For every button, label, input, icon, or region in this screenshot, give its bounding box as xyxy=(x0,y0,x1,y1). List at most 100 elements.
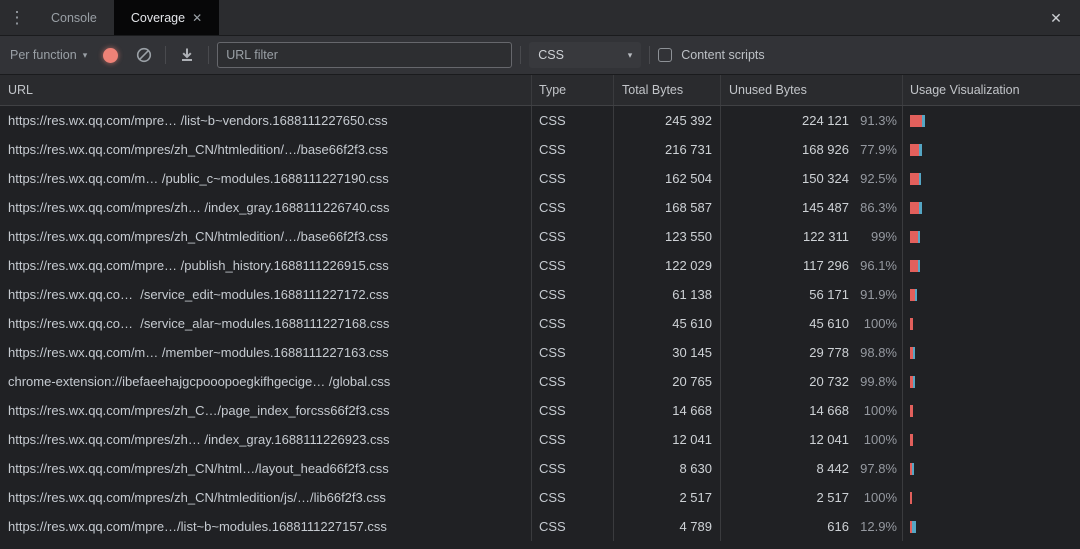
usage-visualization-cell xyxy=(903,135,1080,164)
type-filter-value: CSS xyxy=(538,48,564,62)
table-row[interactable]: https://res.wx.qq.com/mpres/zh… /index_g… xyxy=(0,193,1080,222)
unused-bar xyxy=(910,434,913,446)
url-text: https://res.wx.qq.co… /service_alar~modu… xyxy=(8,316,389,331)
unused-bytes-value: 2 517 xyxy=(729,490,849,505)
content-scripts-toggle[interactable]: Content scripts xyxy=(658,48,764,62)
url-cell: https://res.wx.qq.com/m… /member~modules… xyxy=(0,338,532,367)
unused-bytes-cell: 8 442 97.8% xyxy=(721,454,903,483)
unused-bar xyxy=(910,260,918,272)
usage-bar xyxy=(910,492,912,504)
checkbox-icon[interactable] xyxy=(658,48,672,62)
unused-percent-value: 96.1% xyxy=(849,258,897,273)
table-row[interactable]: https://res.wx.qq.com/m… /member~modules… xyxy=(0,338,1080,367)
column-header-url[interactable]: URL xyxy=(0,75,532,105)
unused-bytes-cell: 56 171 91.9% xyxy=(721,280,903,309)
total-bytes-cell: 168 587 xyxy=(614,193,721,222)
unused-bytes-value: 14 668 xyxy=(729,403,849,418)
type-cell: CSS xyxy=(532,425,614,454)
drawer-close-button[interactable]: ✕ xyxy=(1044,0,1068,36)
tab-coverage-label: Coverage xyxy=(131,11,185,25)
usage-visualization-cell xyxy=(903,512,1080,541)
url-cell: https://res.wx.qq.com/mpres/zh_CN/htmled… xyxy=(0,135,532,164)
unused-bytes-value: 168 926 xyxy=(729,142,849,157)
tab-close-icon[interactable]: ✕ xyxy=(192,12,202,24)
unused-bytes-cell: 145 487 86.3% xyxy=(721,193,903,222)
table-row[interactable]: https://res.wx.qq.com/mpres/zh_C…/page_i… xyxy=(0,396,1080,425)
tab-coverage[interactable]: Coverage ✕ xyxy=(114,0,219,35)
table-row[interactable]: https://res.wx.qq.com/m… /public_c~modul… xyxy=(0,164,1080,193)
url-cell: https://res.wx.qq.com/mpres/zh_CN/htmled… xyxy=(0,483,532,512)
type-cell: CSS xyxy=(532,454,614,483)
table-row[interactable]: chrome-extension://ibefaeehajgcpooopoegk… xyxy=(0,367,1080,396)
unused-bytes-value: 20 732 xyxy=(729,374,849,389)
usage-visualization-cell xyxy=(903,454,1080,483)
usage-bar xyxy=(910,434,913,446)
unused-bytes-cell: 168 926 77.9% xyxy=(721,135,903,164)
usage-visualization-cell xyxy=(903,367,1080,396)
table-row[interactable]: https://res.wx.qq.com/mpre… /publish_his… xyxy=(0,251,1080,280)
tab-console[interactable]: Console xyxy=(34,0,114,35)
per-function-label: Per function xyxy=(10,48,77,62)
table-row[interactable]: https://res.wx.qq.com/mpres/zh_CN/htmled… xyxy=(0,483,1080,512)
unused-bar xyxy=(910,492,912,504)
coverage-toolbar: Per function ▾ CSS ▾ Content scripts xyxy=(0,36,1080,75)
usage-bar xyxy=(910,260,920,272)
type-cell: CSS xyxy=(532,135,614,164)
url-cell: https://res.wx.qq.com/mpres/zh… /index_g… xyxy=(0,425,532,454)
table-row[interactable]: https://res.wx.qq.com/mpre… /list~b~vend… xyxy=(0,106,1080,135)
total-bytes-cell: 162 504 xyxy=(614,164,721,193)
table-row[interactable]: https://res.wx.qq.com/mpres/zh… /index_g… xyxy=(0,425,1080,454)
table-row[interactable]: https://res.wx.qq.com/mpres/zh_CN/htmled… xyxy=(0,135,1080,164)
total-bytes-cell: 8 630 xyxy=(614,454,721,483)
usage-bar xyxy=(910,318,913,330)
url-cell: https://res.wx.qq.com/m… /public_c~modul… xyxy=(0,164,532,193)
url-text: https://res.wx.qq.com/mpres/zh_C…/page_i… xyxy=(8,403,390,418)
url-text: https://res.wx.qq.com/m… /public_c~modul… xyxy=(8,171,389,186)
column-header-total-bytes[interactable]: Total Bytes xyxy=(614,75,721,105)
download-icon xyxy=(179,47,195,63)
tab-console-label: Console xyxy=(51,11,97,25)
per-function-select[interactable]: Per function ▾ xyxy=(8,48,89,62)
url-cell: chrome-extension://ibefaeehajgcpooopoegk… xyxy=(0,367,532,396)
unused-percent-value: 100% xyxy=(849,490,897,505)
unused-bytes-cell: 616 12.9% xyxy=(721,512,903,541)
table-row[interactable]: https://res.wx.qq.co… /service_alar~modu… xyxy=(0,309,1080,338)
usage-bar xyxy=(910,347,915,359)
column-header-unused-bytes[interactable]: Unused Bytes xyxy=(721,75,903,105)
more-tools-menu-button[interactable]: ⋮ xyxy=(0,0,34,35)
unused-bytes-cell: 2 517 100% xyxy=(721,483,903,512)
type-cell: CSS xyxy=(532,193,614,222)
toolbar-separator xyxy=(165,46,166,64)
total-bytes-cell: 30 145 xyxy=(614,338,721,367)
unused-percent-value: 99.8% xyxy=(849,374,897,389)
type-filter-select[interactable]: CSS ▾ xyxy=(529,42,641,68)
usage-visualization-cell xyxy=(903,106,1080,135)
used-bar xyxy=(918,260,920,272)
unused-bytes-cell: 12 041 100% xyxy=(721,425,903,454)
chevron-down-icon: ▾ xyxy=(628,50,633,61)
table-row[interactable]: https://res.wx.qq.com/mpres/zh_CN/html…/… xyxy=(0,454,1080,483)
unused-percent-value: 12.9% xyxy=(849,519,897,534)
column-header-type[interactable]: Type xyxy=(532,75,614,105)
table-row[interactable]: https://res.wx.qq.com/mpres/zh_CN/htmled… xyxy=(0,222,1080,251)
url-text: chrome-extension://ibefaeehajgcpooopoegk… xyxy=(8,374,390,389)
url-filter-input[interactable] xyxy=(217,42,512,68)
table-row[interactable]: https://res.wx.qq.co… /service_edit~modu… xyxy=(0,280,1080,309)
column-header-usage-visualization[interactable]: Usage Visualization xyxy=(903,75,1080,105)
unused-bytes-value: 29 778 xyxy=(729,345,849,360)
url-cell: https://res.wx.qq.co… /service_alar~modu… xyxy=(0,309,532,338)
record-button[interactable] xyxy=(97,42,123,68)
unused-percent-value: 100% xyxy=(849,432,897,447)
type-cell: CSS xyxy=(532,222,614,251)
type-cell: CSS xyxy=(532,164,614,193)
clear-button[interactable] xyxy=(131,42,157,68)
toolbar-separator xyxy=(649,46,650,64)
url-text: https://res.wx.qq.com/mpre…/list~b~modul… xyxy=(8,519,387,534)
url-cell: https://res.wx.qq.com/mpre… /list~b~vend… xyxy=(0,106,532,135)
type-cell: CSS xyxy=(532,280,614,309)
table-row[interactable]: https://res.wx.qq.com/mpre…/list~b~modul… xyxy=(0,512,1080,541)
kebab-icon: ⋮ xyxy=(9,8,26,28)
used-bar xyxy=(918,231,920,243)
unused-percent-value: 97.8% xyxy=(849,461,897,476)
export-button[interactable] xyxy=(174,42,200,68)
